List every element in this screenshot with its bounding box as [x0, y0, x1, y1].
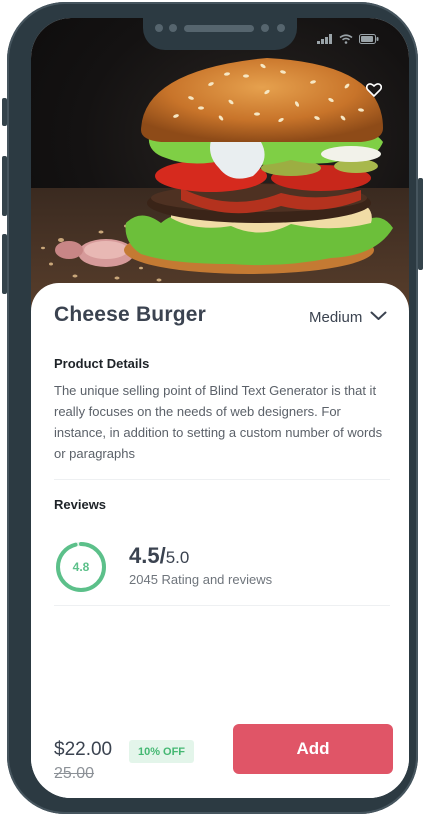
- product-description: The unique selling point of Blind Text G…: [54, 383, 383, 461]
- signal-icon: [317, 31, 333, 49]
- chevron-down-icon: [370, 308, 387, 326]
- heart-outline-icon: [365, 82, 383, 102]
- section-divider: [54, 479, 390, 480]
- favorite-button[interactable]: [364, 82, 384, 102]
- wifi-icon: [339, 31, 353, 49]
- product-hero-image: [31, 18, 409, 318]
- average-rating-value: 4.5/: [129, 543, 166, 568]
- battery-icon: [359, 31, 379, 49]
- product-title: Cheese Burger: [54, 303, 206, 326]
- notch-sensor: [155, 24, 163, 32]
- section-divider: [54, 605, 390, 606]
- notch-speaker: [184, 25, 254, 32]
- original-price: 25.00: [54, 765, 95, 782]
- notch-sensor: [169, 24, 177, 32]
- rating-count: 2045 Rating and reviews: [129, 572, 273, 587]
- mute-switch: [2, 98, 7, 126]
- volume-down-button: [2, 234, 7, 294]
- reviews-heading: Reviews: [54, 497, 107, 512]
- app-screen: Cheese Burger Medium Product Details The…: [31, 18, 409, 798]
- product-details-heading: Product Details: [54, 356, 150, 371]
- power-button: [418, 178, 423, 270]
- burger-image: [31, 58, 409, 318]
- product-details-sheet: Cheese Burger Medium Product Details The…: [31, 283, 409, 798]
- phone-frame: Cheese Burger Medium Product Details The…: [2, 2, 423, 814]
- device-notch: [143, 18, 297, 50]
- notch-sensor: [261, 24, 269, 32]
- rating-max: 5.0: [165, 548, 190, 567]
- add-to-cart-button[interactable]: Add: [233, 724, 393, 774]
- status-bar: [317, 31, 379, 49]
- current-price: $22.00: [54, 739, 113, 760]
- rating-gauge-value: 4.8: [72, 560, 90, 574]
- discount-badge: 10% OFF: [129, 740, 194, 763]
- size-dropdown[interactable]: Medium: [309, 308, 387, 326]
- average-rating: 4.5/5.0: [129, 543, 189, 569]
- notch-camera: [277, 24, 285, 32]
- size-dropdown-label: Medium: [309, 308, 363, 326]
- volume-up-button: [2, 156, 7, 216]
